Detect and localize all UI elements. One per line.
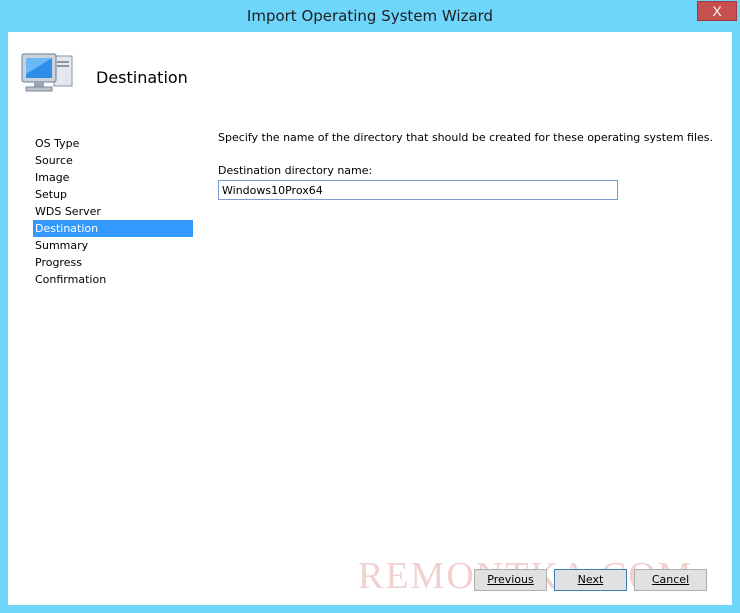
nav-item-wds-server[interactable]: WDS Server bbox=[33, 203, 193, 220]
wizard-window: Import Operating System Wizard X Destina… bbox=[0, 0, 740, 613]
window-title: Import Operating System Wizard bbox=[246, 7, 494, 25]
close-button[interactable]: X bbox=[697, 1, 737, 21]
instruction-text: Specify the name of the directory that s… bbox=[218, 131, 714, 144]
computer-icon bbox=[21, 53, 73, 92]
nav-item-confirmation[interactable]: Confirmation bbox=[33, 271, 193, 288]
next-button[interactable]: Next bbox=[554, 569, 627, 591]
nav-item-source[interactable]: Source bbox=[33, 152, 193, 169]
destination-directory-label: Destination directory name: bbox=[218, 164, 373, 177]
nav-item-image[interactable]: Image bbox=[33, 169, 193, 186]
cancel-button[interactable]: Cancel bbox=[634, 569, 707, 591]
nav-item-os-type[interactable]: OS Type bbox=[33, 135, 193, 152]
nav-item-setup[interactable]: Setup bbox=[33, 186, 193, 203]
cancel-button-label: Cancel bbox=[651, 573, 690, 586]
nav-item-summary[interactable]: Summary bbox=[33, 237, 193, 254]
wizard-steps-nav: OS Type Source Image Setup WDS Server De… bbox=[33, 135, 193, 288]
page-title: Destination bbox=[96, 68, 188, 87]
nav-item-progress[interactable]: Progress bbox=[33, 254, 193, 271]
destination-directory-input[interactable] bbox=[218, 180, 618, 200]
title-bar[interactable]: Import Operating System Wizard X bbox=[0, 0, 740, 32]
close-icon: X bbox=[712, 3, 722, 19]
nav-item-destination[interactable]: Destination bbox=[33, 220, 193, 237]
previous-button-label: Previous bbox=[487, 573, 534, 586]
wizard-content: Destination OS Type Source Image Setup W… bbox=[8, 32, 732, 605]
next-button-label: Next bbox=[577, 573, 604, 586]
previous-button[interactable]: Previous bbox=[474, 569, 547, 591]
